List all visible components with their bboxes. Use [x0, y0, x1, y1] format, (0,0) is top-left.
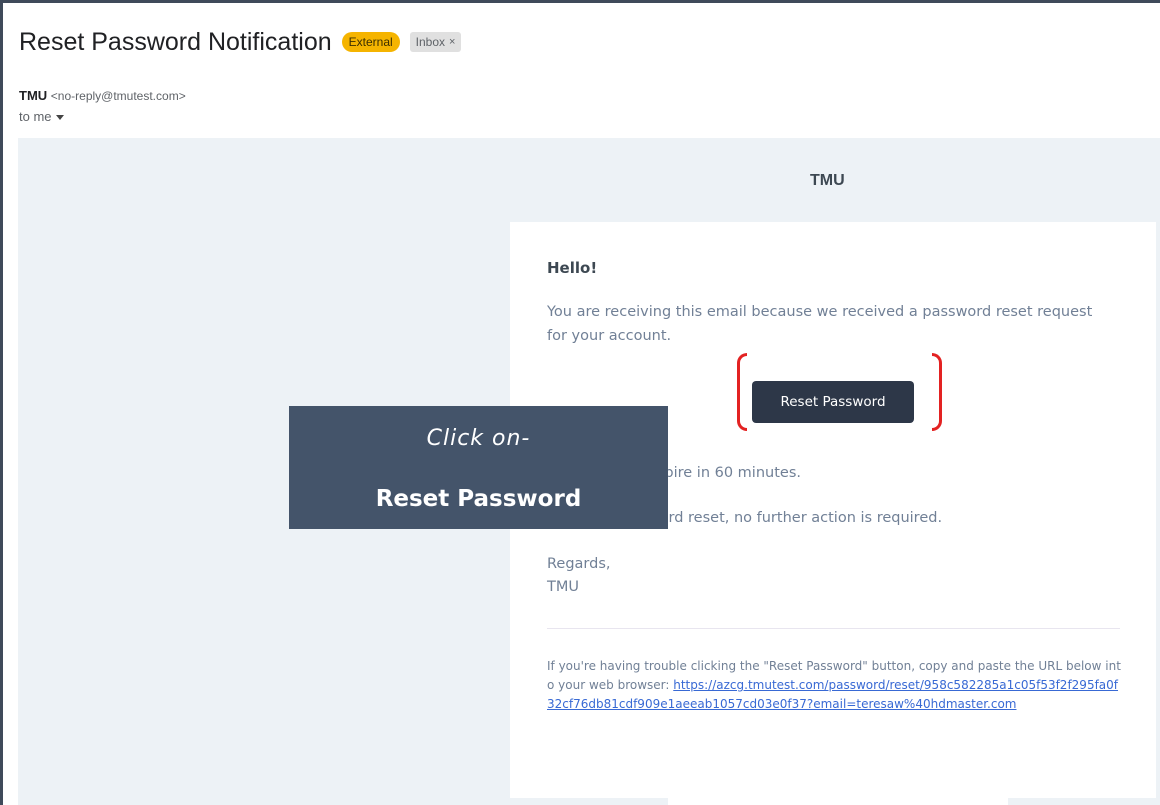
inbox-label-chip[interactable]: Inbox ×	[409, 32, 462, 52]
closing: Regards, TMU	[547, 553, 611, 599]
trouble-footer: If you're having trouble clicking the "R…	[547, 657, 1122, 714]
reset-password-button[interactable]: Reset Password	[752, 381, 914, 423]
callout-line-1: Click on-	[426, 426, 531, 451]
regards-text: Regards,	[547, 556, 611, 572]
highlight-bracket-right	[932, 353, 942, 431]
bottom-gap	[668, 798, 1008, 805]
recipient-text: to me	[19, 109, 52, 124]
sender-line: TMU <no-reply@tmutest.com>	[19, 88, 186, 103]
external-badge: External	[341, 32, 400, 52]
caret-down-icon	[55, 115, 64, 120]
email-subject: Reset Password Notification	[19, 27, 332, 56]
divider	[547, 628, 1120, 629]
instruction-callout: Click on- Reset Password	[289, 406, 668, 529]
intro-paragraph: You are receiving this email because we …	[547, 304, 1093, 344]
sender-address: <no-reply@tmutest.com>	[50, 89, 186, 103]
remove-label-icon[interactable]: ×	[449, 34, 455, 50]
callout-line-2: Reset Password	[375, 486, 582, 512]
sender-name: TMU	[19, 88, 48, 103]
email-brand-header: TMU	[810, 172, 845, 189]
signature-text: TMU	[547, 579, 579, 595]
recipient-details-toggle[interactable]: to me	[19, 109, 64, 124]
inbox-label-text: Inbox	[415, 35, 446, 49]
highlight-bracket-left	[737, 353, 747, 431]
greeting: Hello!	[547, 259, 598, 277]
subject-row: Reset Password Notification External Inb…	[19, 26, 462, 58]
